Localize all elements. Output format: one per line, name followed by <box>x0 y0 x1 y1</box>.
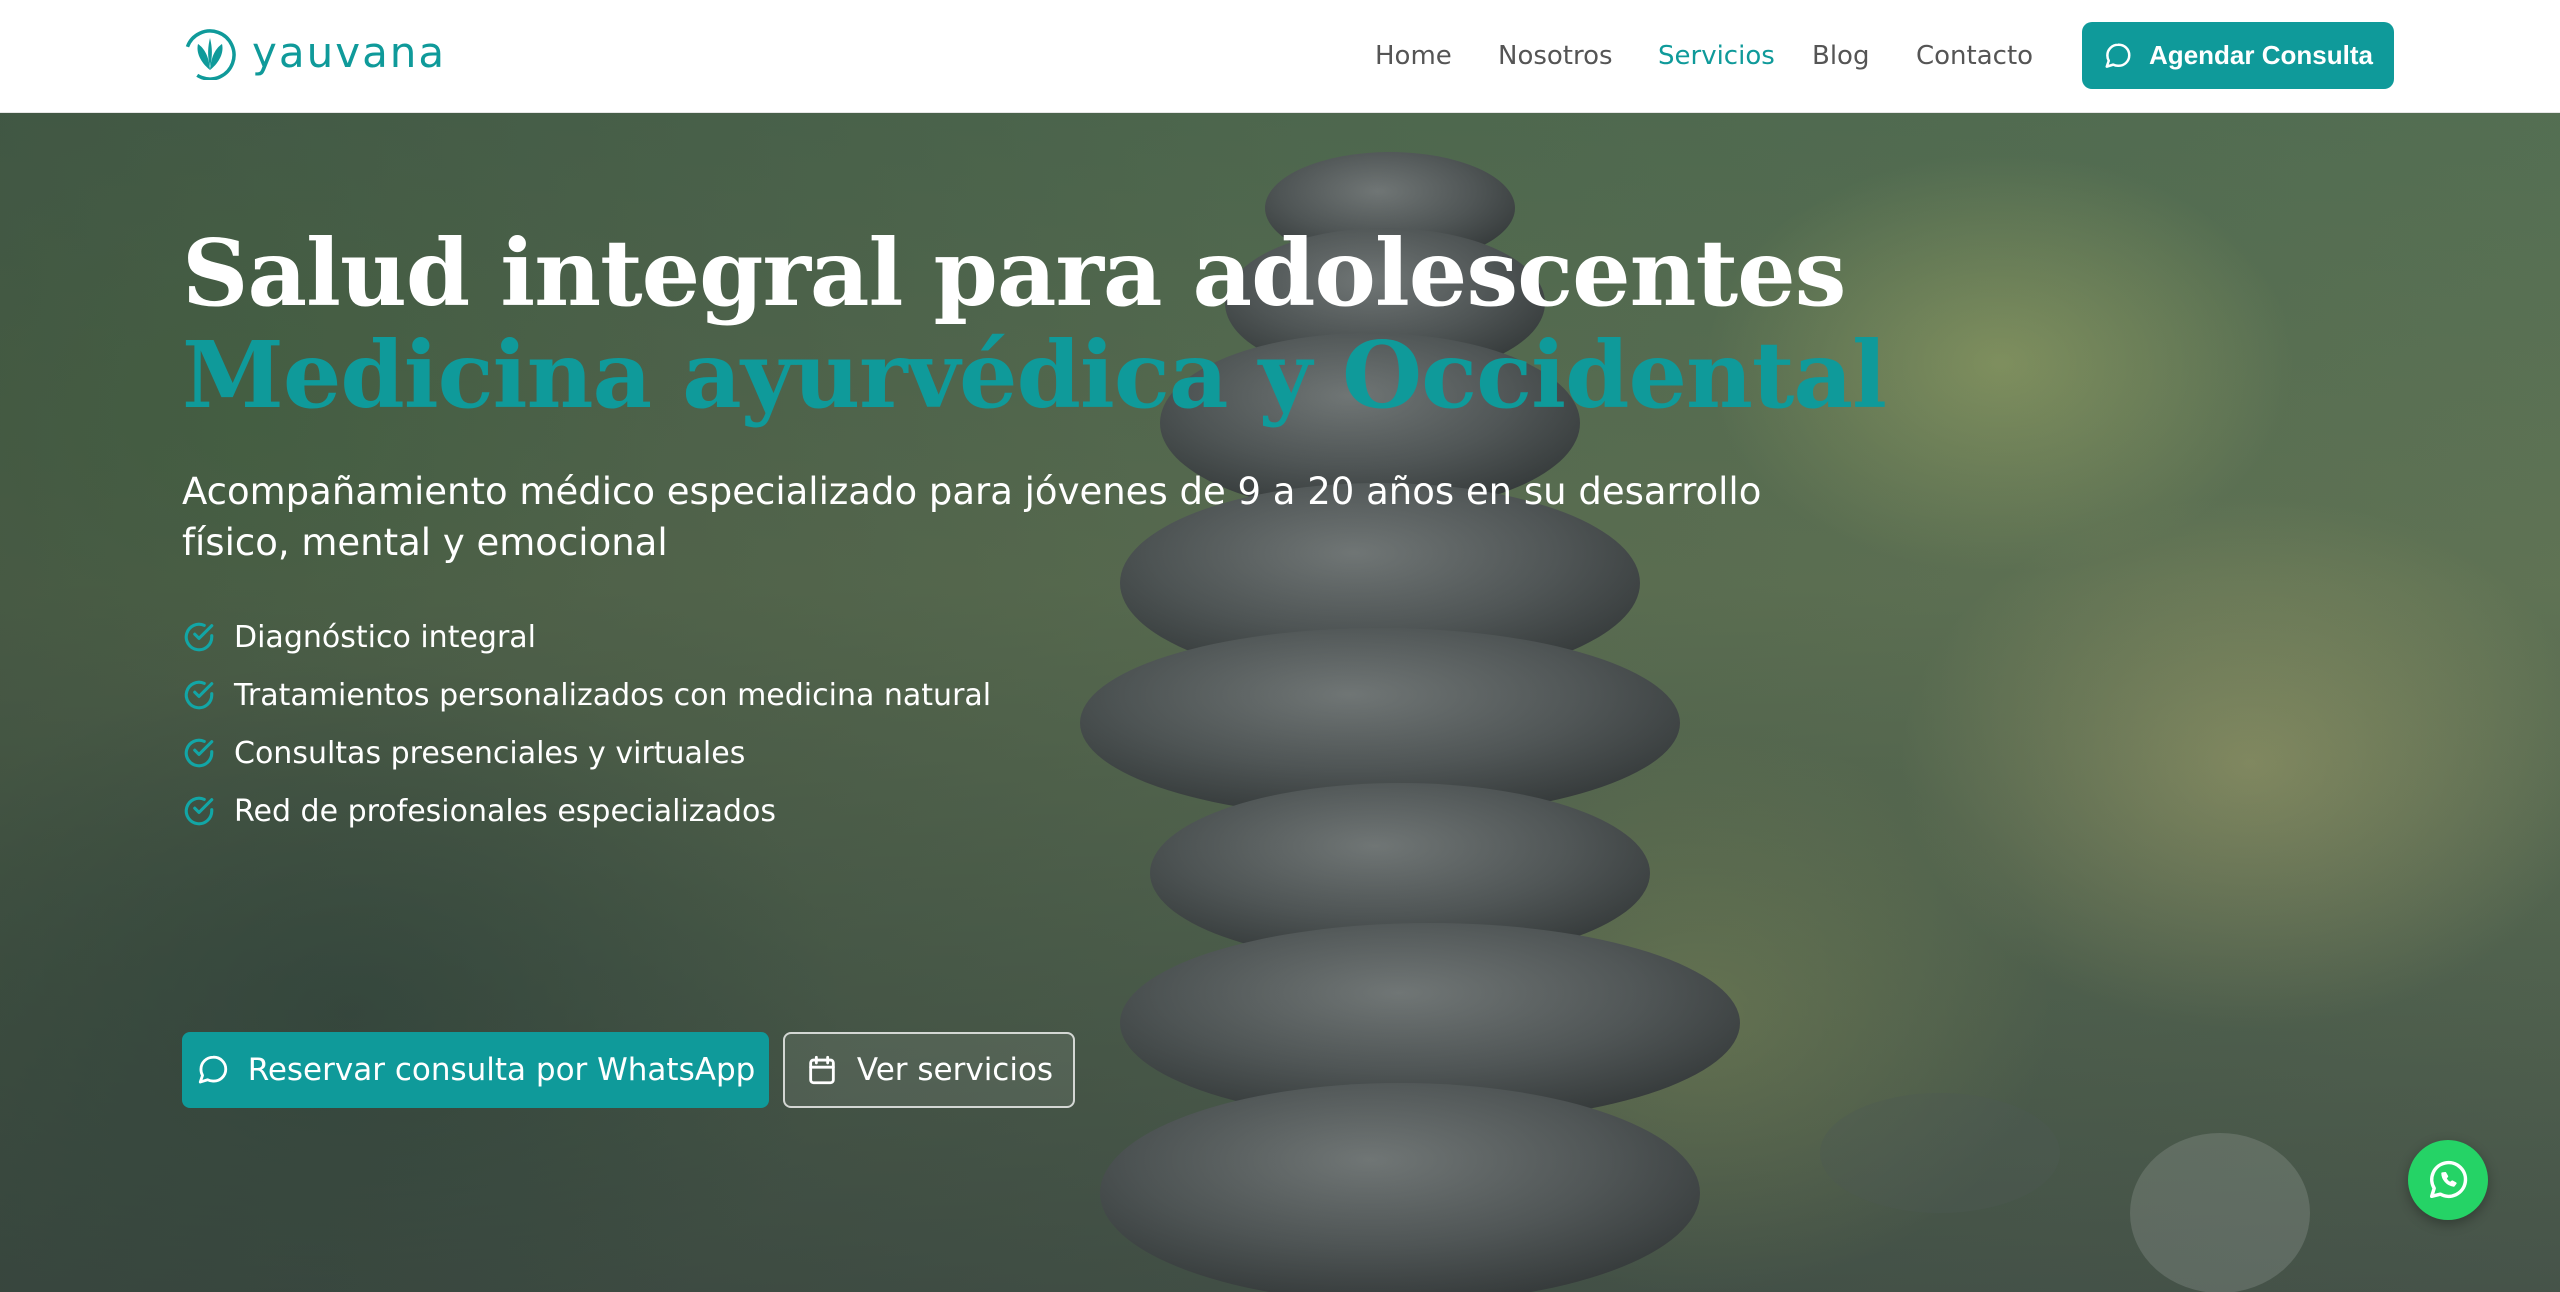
view-services-button[interactable]: Ver servicios <box>783 1032 1075 1108</box>
feature-item: Diagnóstico integral <box>182 608 1882 666</box>
view-services-label: Ver servicios <box>856 1052 1054 1088</box>
whatsapp-icon <box>2429 1160 2468 1199</box>
nav-contacto[interactable]: Contacto <box>1916 36 2033 76</box>
chat-bubble-icon <box>198 1055 227 1084</box>
chat-bubble-icon <box>2105 43 2131 68</box>
check-circle-icon <box>184 796 214 826</box>
feature-list: Diagnóstico integral Tratamientos person… <box>182 608 1882 840</box>
nav-nosotros[interactable]: Nosotros <box>1498 36 1613 76</box>
check-circle-icon <box>184 622 214 652</box>
feature-label: Diagnóstico integral <box>234 619 537 655</box>
floating-whatsapp-button[interactable] <box>2408 1140 2488 1220</box>
hero-content: Salud integral para adolescentes Medicin… <box>182 219 1887 840</box>
feature-label: Tratamientos personalizados con medicina… <box>234 677 992 713</box>
schedule-consultation-button[interactable]: Agendar Consulta <box>2082 22 2394 89</box>
hero-title-line1: Salud integral para adolescentes <box>182 219 1846 327</box>
check-circle-icon <box>184 738 214 768</box>
feature-item: Tratamientos personalizados con medicina… <box>182 666 1882 724</box>
calendar-icon <box>809 1055 835 1085</box>
schedule-consultation-label: Agendar Consulta <box>2149 40 2373 70</box>
feature-item: Consultas presenciales y virtuales <box>182 724 1882 782</box>
hero-title: Salud integral para adolescentes Medicin… <box>182 219 1887 429</box>
feature-item: Red de profesionales especializados <box>182 782 1882 840</box>
whatsapp-booking-button[interactable]: Reservar consulta por WhatsApp <box>182 1032 769 1108</box>
nav-servicios[interactable]: Servicios <box>1658 36 1775 76</box>
nav-home[interactable]: Home <box>1375 36 1452 76</box>
site-header: yauvana Home Nosotros Servicios Blog Con… <box>0 0 2560 113</box>
hero-buttons: Reservar consulta por WhatsApp Ver servi… <box>182 1032 1075 1108</box>
feature-label: Consultas presenciales y virtuales <box>234 735 746 771</box>
hero-title-line2: Medicina ayurvédica y Occidental <box>182 321 1887 429</box>
whatsapp-booking-label: Reservar consulta por WhatsApp <box>247 1052 756 1088</box>
nav-blog[interactable]: Blog <box>1812 36 1869 76</box>
check-circle-icon <box>184 680 214 710</box>
feature-label: Red de profesionales especializados <box>234 793 776 829</box>
hero-subtitle: Acompañamiento médico especializado para… <box>182 470 1762 564</box>
